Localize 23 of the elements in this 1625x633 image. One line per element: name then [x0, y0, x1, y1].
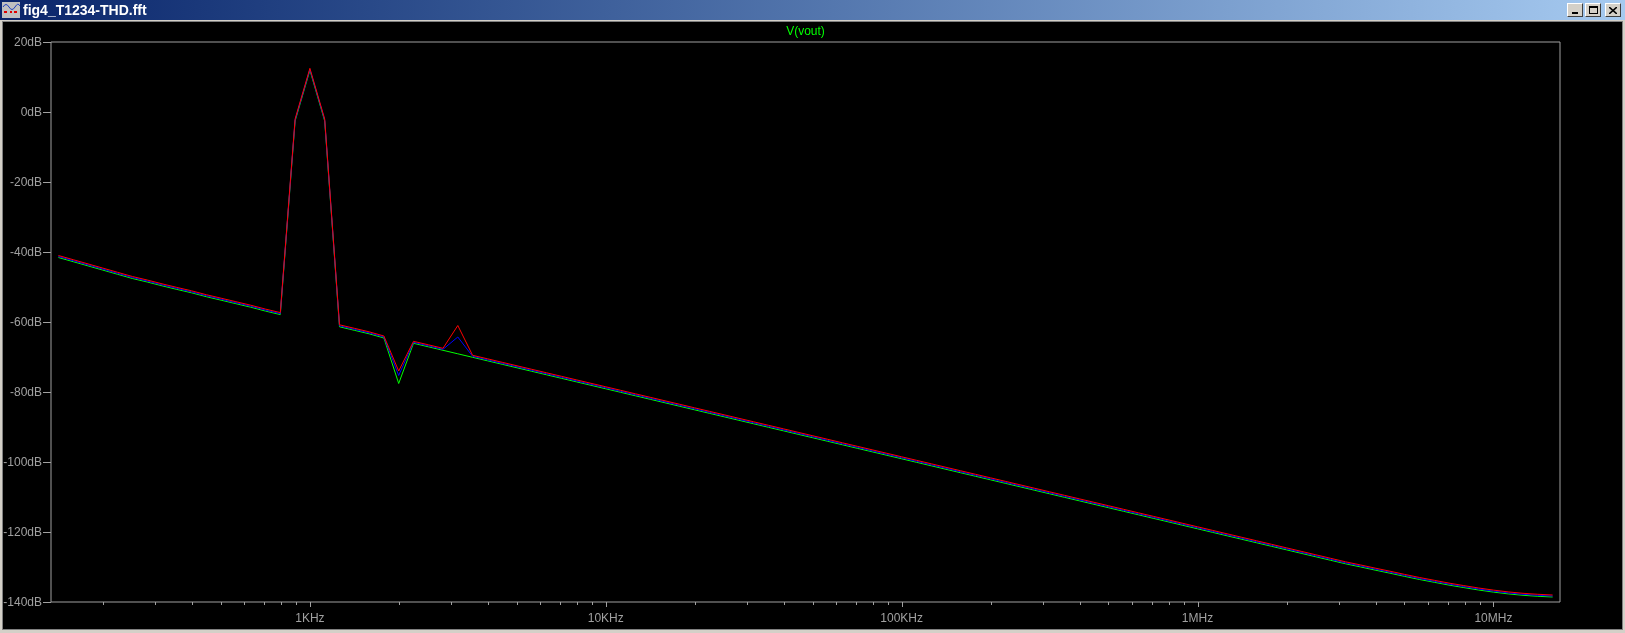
x-axis-label: 100KHz [880, 611, 923, 625]
close-button[interactable] [1605, 3, 1621, 17]
close-icon [1609, 6, 1617, 14]
y-axis-label: -80dB [9, 385, 42, 399]
window-title: fig4_T1234-THD.fft [23, 3, 147, 17]
x-axis-label: 10MHz [1474, 611, 1513, 625]
x-axis-label: 1MHz [1181, 611, 1214, 625]
y-axis-label: -20dB [9, 175, 42, 189]
y-axis-label: -60dB [9, 315, 42, 329]
x-axis-label: 10KHz [587, 611, 624, 625]
y-axis-label: -140dB [3, 595, 42, 609]
y-axis-label: -100dB [3, 455, 42, 469]
minimize-button[interactable] [1567, 3, 1583, 17]
maximize-button[interactable] [1585, 3, 1601, 17]
y-axis-label: -40dB [9, 245, 42, 259]
y-axis-label: 0dB [20, 105, 42, 119]
trace-title: V(vout) [786, 24, 825, 38]
y-axis-label: -120dB [3, 525, 42, 539]
x-axis-label: 1KHz [295, 611, 325, 625]
waveform-icon [2, 2, 20, 18]
minimize-icon [1572, 12, 1578, 14]
maximize-icon [1588, 6, 1598, 14]
y-axis-label: 20dB [13, 35, 42, 49]
